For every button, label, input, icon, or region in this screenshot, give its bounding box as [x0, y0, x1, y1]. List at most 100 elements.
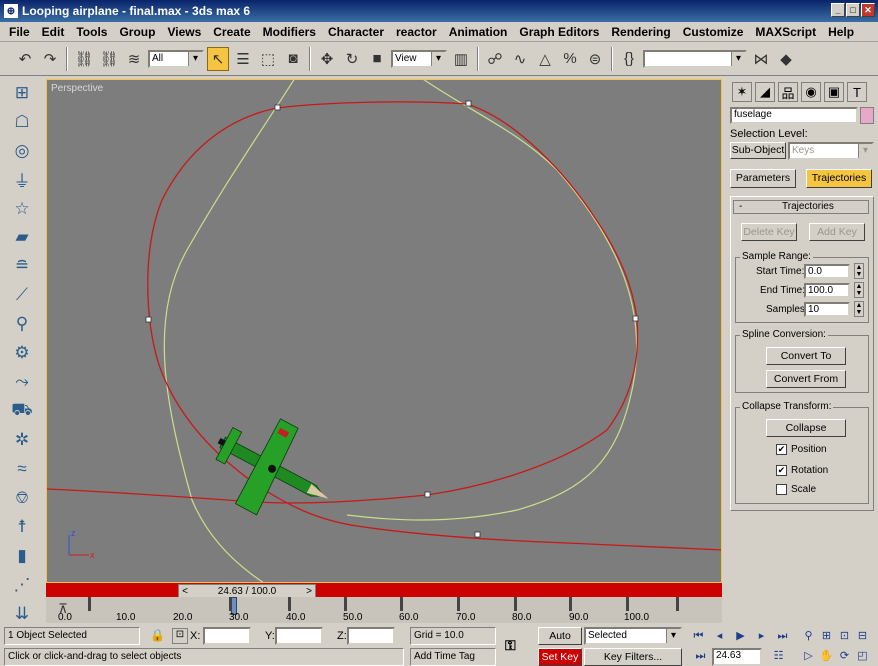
time-slider[interactable]: < 24.63 / 100.0 > [178, 584, 316, 598]
maximize-viewport-icon[interactable]: ◰ [854, 648, 871, 665]
scale-check[interactable] [776, 484, 787, 495]
keyframe-marker[interactable] [626, 597, 629, 611]
end-time-spinner[interactable]: ▲ ▼ [854, 282, 864, 298]
unlink-icon[interactable]: ⛓ [98, 47, 120, 71]
keyframe-marker[interactable] [344, 597, 347, 611]
delete-key-button[interactable]: Delete Key [741, 223, 797, 241]
time-slider-prev[interactable]: < [179, 586, 191, 597]
select-and-link-icon[interactable]: ⛓ [73, 47, 95, 71]
rotation-checkbox[interactable]: ✔ Rotation [776, 465, 828, 476]
named-selection-sets-dropdown[interactable] [643, 49, 747, 68]
select-and-rotate-icon[interactable]: ↻ [341, 47, 363, 71]
time-configuration-icon[interactable]: ☷ [770, 648, 787, 665]
toy-car-icon[interactable]: ⛟ [8, 398, 36, 423]
collapse-button[interactable]: Collapse [766, 419, 846, 437]
pivot-center-icon[interactable]: ▥ [450, 47, 472, 71]
close-button[interactable]: ✕ [861, 3, 875, 17]
menu-customize[interactable]: Customize [677, 25, 750, 39]
add-key-button[interactable]: Add Key [809, 223, 865, 241]
current-frame-field[interactable]: 24.63 [712, 648, 762, 666]
linear-dashpot-icon[interactable]: ⟋ [8, 283, 36, 308]
field-of-view-icon[interactable]: ▷ [800, 648, 817, 665]
select-by-name-icon[interactable]: ☰ [232, 47, 254, 71]
rope-collection-icon[interactable]: ⏚ [8, 167, 36, 192]
menu-edit[interactable]: Edit [36, 25, 71, 39]
deforming-mesh-collection-icon[interactable]: ☆ [8, 196, 36, 221]
ragdoll-constraint-icon[interactable]: ☨ [8, 514, 36, 539]
wind-icon[interactable]: ⤳ [8, 370, 36, 395]
keyframe-marker[interactable] [88, 597, 91, 611]
add-time-tag-field[interactable]: Add Time Tag [410, 648, 496, 666]
key-mode-toggle-icon[interactable]: ⏭ [692, 648, 709, 665]
object-name-field[interactable]: fuselage [730, 107, 858, 124]
menu-graph-editors[interactable]: Graph Editors [513, 25, 605, 39]
zoom-extents-all-icon[interactable]: ⊟ [854, 628, 871, 645]
menu-rendering[interactable]: Rendering [605, 25, 676, 39]
modify-tab-icon[interactable]: ◢ [755, 82, 775, 102]
z-coordinate-field[interactable] [347, 627, 395, 645]
maximize-button[interactable]: □ [846, 3, 860, 17]
select-and-scale-icon[interactable]: ■ [366, 47, 388, 71]
x-coordinate-field[interactable] [203, 627, 251, 645]
display-tab-icon[interactable]: ▣ [824, 82, 844, 102]
select-and-manipulate-icon[interactable]: ☍ [484, 47, 506, 71]
start-time-spinner[interactable]: ▲ ▼ [854, 263, 864, 279]
set-key-button[interactable]: Set Key [538, 648, 582, 666]
y-coordinate-field[interactable] [275, 627, 323, 645]
reference-coordinate-dropdown[interactable]: View [391, 49, 447, 68]
select-and-move-icon[interactable]: ✥ [316, 47, 338, 71]
mini-curve-toggle-icon[interactable]: ⊼ [54, 601, 72, 617]
edit-named-selections-icon[interactable]: {} [618, 47, 640, 71]
utilities-tab-icon[interactable]: T [847, 82, 867, 102]
start-time-field[interactable]: 0.0 [804, 264, 850, 279]
hierarchy-tab-icon[interactable]: 品 [778, 82, 798, 102]
samples-field[interactable]: 10 [804, 302, 850, 317]
window-crossing-icon[interactable]: ◙ [282, 47, 304, 71]
menu-tools[interactable]: Tools [70, 25, 113, 39]
menu-reactor[interactable]: reactor [390, 25, 443, 39]
end-time-field[interactable]: 100.0 [804, 283, 850, 298]
convert-to-button[interactable]: Convert To [766, 347, 846, 365]
zoom-icon[interactable]: ⚲ [800, 628, 817, 645]
sub-object-dropdown[interactable]: Keys [788, 142, 874, 160]
sub-object-button[interactable]: Sub-Object [730, 142, 786, 159]
rectangular-selection-icon[interactable]: ⬚ [257, 47, 279, 71]
rigid-body-collection-icon[interactable]: ⊞ [8, 80, 36, 105]
minimize-button[interactable]: _ [831, 3, 845, 17]
constraint-solver-icon[interactable]: ⎊ [8, 485, 36, 510]
next-frame-icon[interactable]: ▸ [753, 628, 770, 645]
bind-to-space-warp-icon[interactable]: ≋ [123, 47, 145, 71]
point-to-point-constraint-icon[interactable]: ⋰ [8, 572, 36, 597]
menu-group[interactable]: Group [113, 25, 161, 39]
arc-rotate-icon[interactable]: ⟳ [836, 648, 853, 665]
align-icon[interactable]: ◆ [775, 47, 797, 71]
percent-snap-icon[interactable]: % [559, 47, 581, 71]
prismatic-constraint-icon[interactable]: ⇊ [8, 601, 36, 626]
keyframe-marker[interactable] [400, 597, 403, 611]
play-icon[interactable]: ▶ [732, 628, 749, 645]
menu-character[interactable]: Character [322, 25, 390, 39]
time-slider-next[interactable]: > [303, 586, 315, 597]
angular-dashpot-icon[interactable]: ⚲ [8, 312, 36, 337]
spinner-snap-icon[interactable]: ⊜ [584, 47, 606, 71]
keyframe-marker[interactable] [676, 597, 679, 611]
undo-icon[interactable]: ↶ [14, 47, 36, 71]
time-slider-track[interactable] [46, 583, 722, 597]
water-icon[interactable]: ≈ [8, 456, 36, 481]
menu-help[interactable]: Help [822, 25, 860, 39]
menu-maxscript[interactable]: MAXScript [749, 25, 822, 39]
angle-snap-icon[interactable]: △ [534, 47, 556, 71]
go-to-end-icon[interactable]: ⏭ [774, 628, 791, 645]
key-filters-button[interactable]: Key Filters... [584, 648, 682, 666]
menu-modifiers[interactable]: Modifiers [257, 25, 322, 39]
scale-checkbox[interactable]: Scale [776, 484, 816, 495]
hinge-constraint-icon[interactable]: ▮ [8, 543, 36, 568]
auto-key-button[interactable]: Auto Key [538, 627, 582, 658]
key-set-dropdown[interactable]: Selected [584, 627, 682, 645]
go-to-start-icon[interactable]: ⏮ [690, 628, 707, 645]
menu-file[interactable]: File [3, 25, 36, 39]
object-color-swatch[interactable] [860, 107, 874, 124]
pan-view-icon[interactable]: ✋ [818, 648, 835, 665]
redo-icon[interactable]: ↷ [39, 47, 61, 71]
samples-spinner[interactable]: ▲ ▼ [854, 301, 864, 317]
